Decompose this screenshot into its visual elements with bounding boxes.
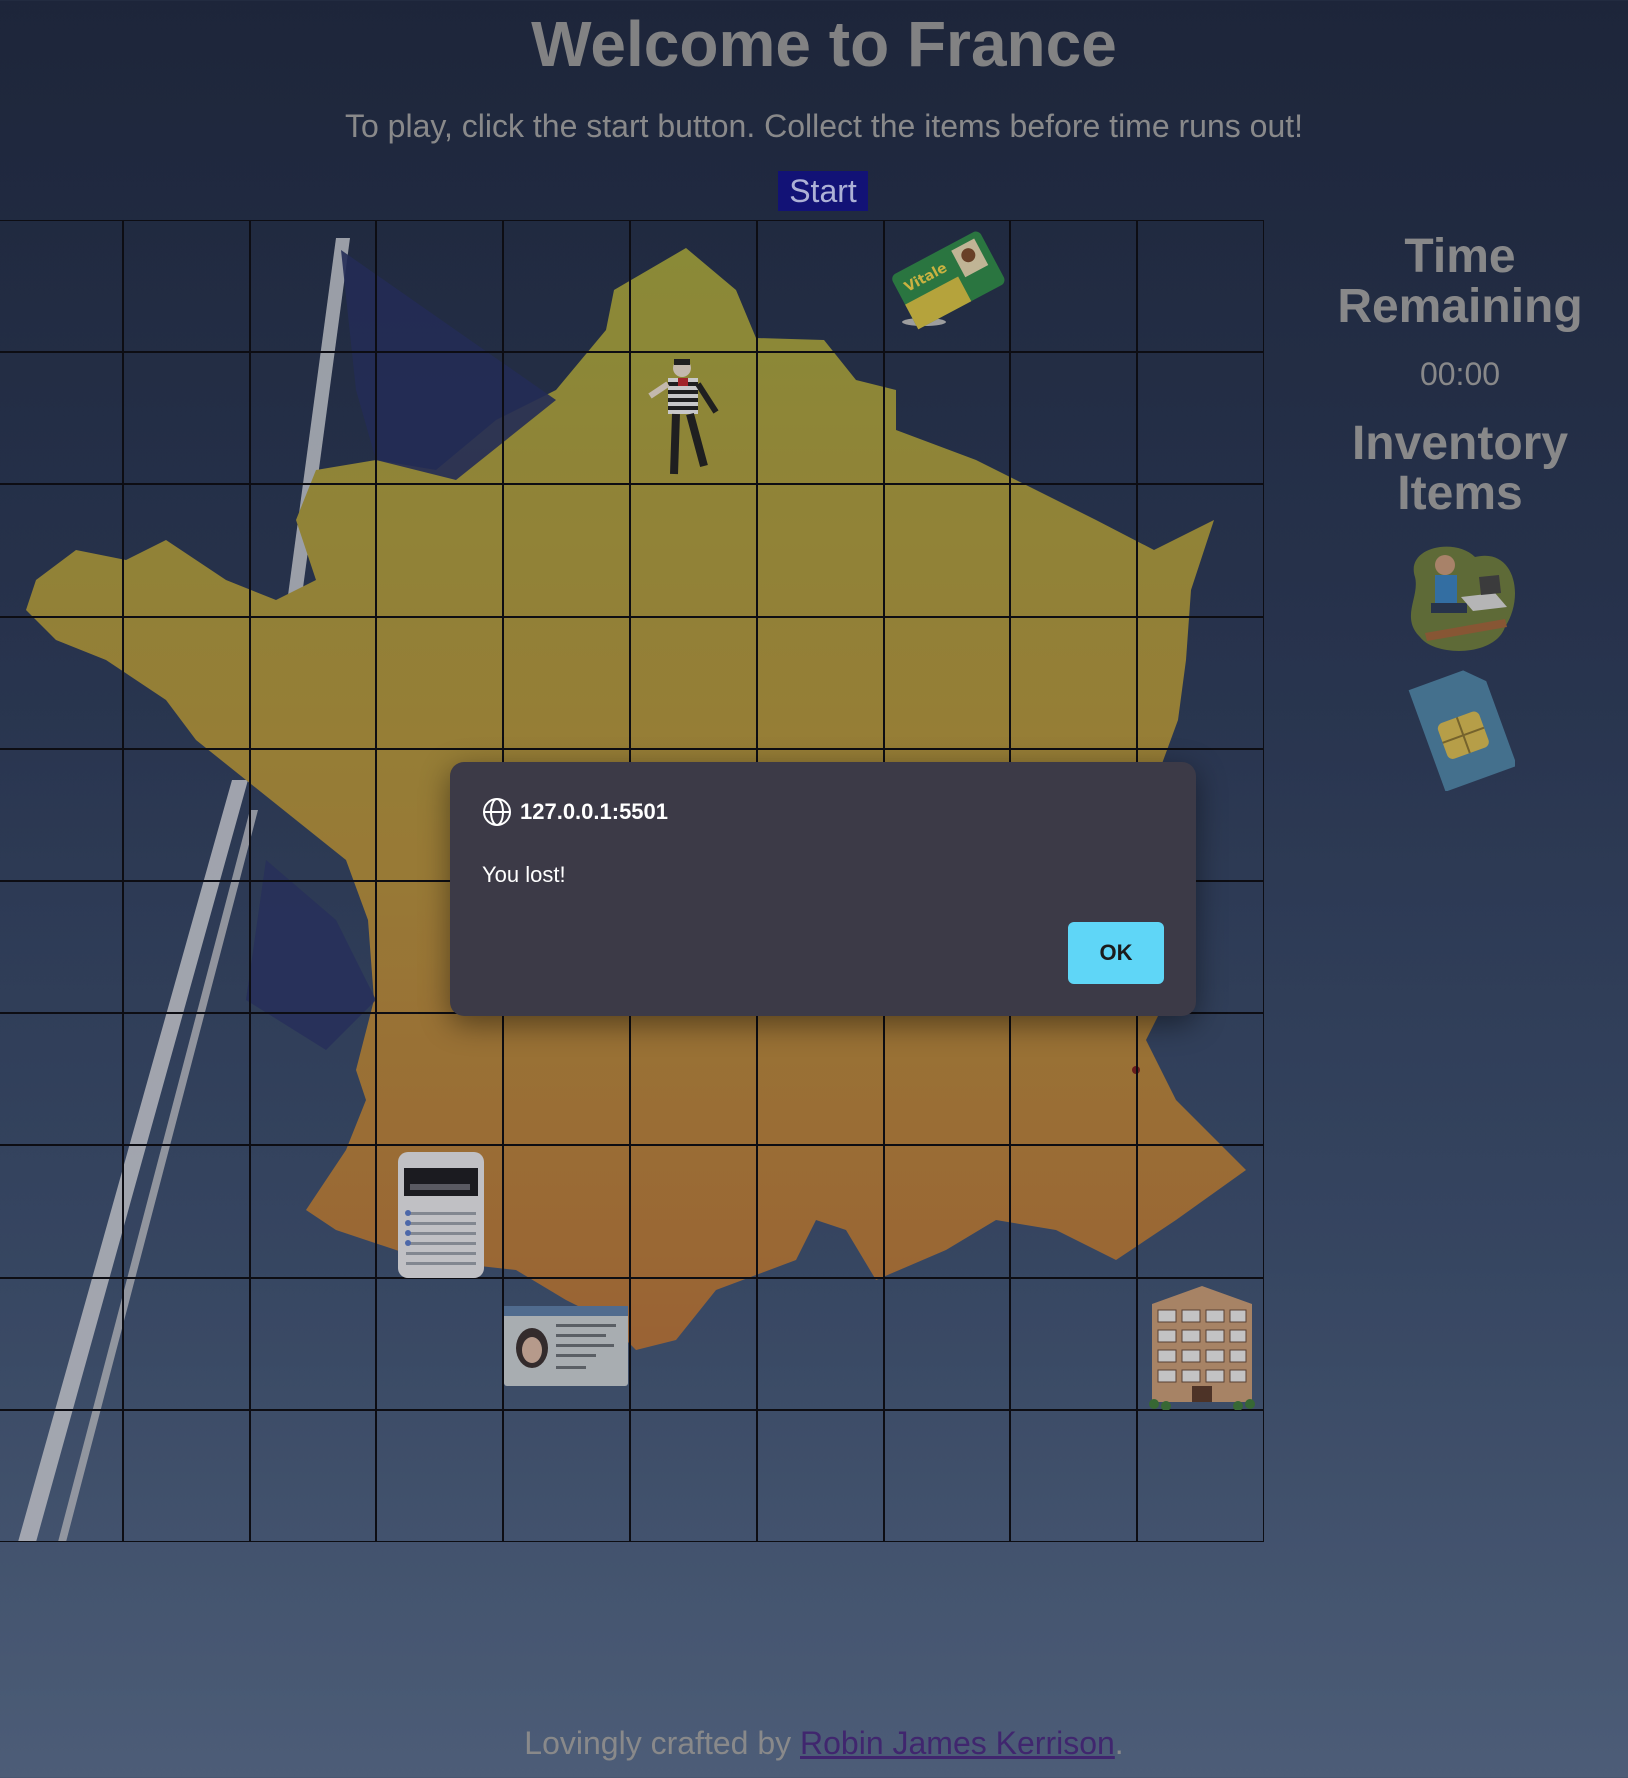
dialog-message: You lost! bbox=[482, 862, 566, 887]
alert-dialog: 127.0.0.1:5501 You lost! OK bbox=[450, 762, 1196, 1016]
globe-icon bbox=[483, 798, 511, 826]
dialog-origin: 127.0.0.1:5501 bbox=[482, 796, 668, 828]
ok-button[interactable]: OK bbox=[1068, 922, 1164, 984]
dialog-host-text: 127.0.0.1:5501 bbox=[520, 799, 669, 824]
